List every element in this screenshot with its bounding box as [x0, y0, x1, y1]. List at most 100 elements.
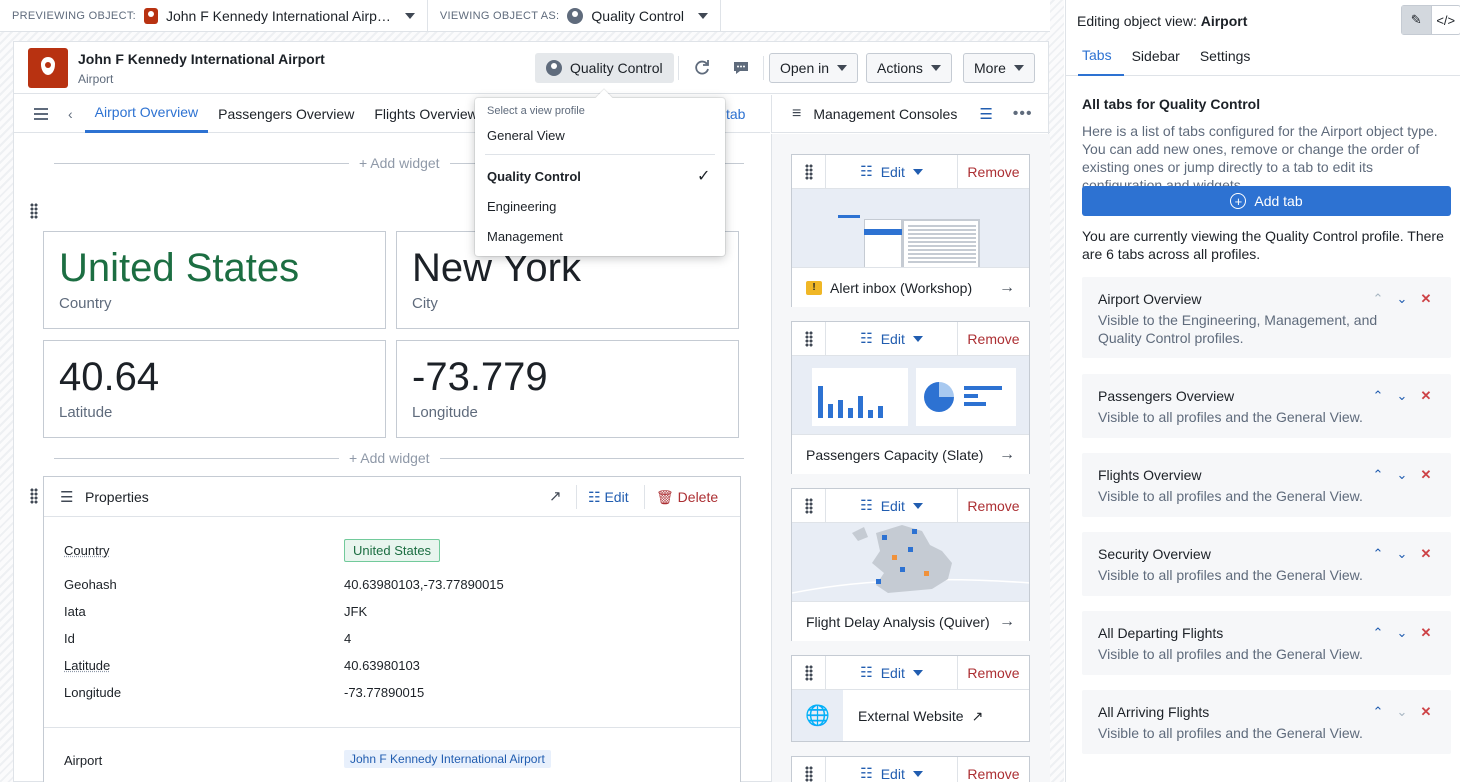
- more-dots-icon[interactable]: •••: [1013, 105, 1033, 123]
- divider: [485, 154, 715, 155]
- viewing-as-select[interactable]: VIEWING OBJECT AS: Quality Control: [428, 0, 721, 31]
- tab-passengers-overview[interactable]: Passengers Overview: [208, 95, 364, 133]
- tab-list-item[interactable]: Passengers Overview Visible to all profi…: [1082, 374, 1451, 438]
- move-down-icon[interactable]: ⌄: [1395, 546, 1409, 562]
- move-up-icon[interactable]: ⌃: [1371, 467, 1385, 483]
- tab-list-item[interactable]: Flights Overview Visible to all profiles…: [1082, 453, 1451, 517]
- move-up-icon[interactable]: ⌃: [1371, 291, 1385, 307]
- external-website-link[interactable]: External Website ↗: [858, 708, 983, 725]
- sliders-icon[interactable]: ☰: [979, 105, 992, 123]
- tab-settings[interactable]: Settings: [1196, 36, 1263, 76]
- move-up-icon[interactable]: ⌃: [1371, 546, 1385, 562]
- menu-item-quality-control[interactable]: Quality Control: [487, 169, 581, 184]
- collapse-sidebar-icon[interactable]: ≡: [792, 105, 801, 123]
- widget-name: Flight Delay Analysis (Quiver): [806, 613, 990, 630]
- widget-footer[interactable]: Flight Delay Analysis (Quiver) →: [792, 601, 1029, 641]
- edit-mode-icon[interactable]: ✎: [1402, 6, 1432, 34]
- remove-widget-button[interactable]: Remove: [958, 331, 1029, 347]
- move-up-icon[interactable]: ⌃: [1371, 388, 1385, 404]
- chevron-down-icon: [912, 669, 923, 676]
- widget-footer[interactable]: Passengers Capacity (Slate) →: [792, 434, 1029, 474]
- edit-widget-button[interactable]: ☷ Edit: [826, 488, 958, 523]
- arrow-right-icon[interactable]: →: [999, 446, 1015, 464]
- tab-airport-overview[interactable]: Airport Overview: [84, 95, 209, 133]
- move-down-icon[interactable]: ⌄: [1395, 704, 1409, 720]
- remove-tab-icon[interactable]: ✕: [1419, 291, 1433, 307]
- add-widget-row[interactable]: + Add widget: [54, 448, 744, 468]
- drag-handle-icon[interactable]: [30, 488, 38, 504]
- edit-widget-button[interactable]: ☷ Edit: [826, 756, 958, 782]
- remove-tab-icon[interactable]: ✕: [1419, 388, 1433, 404]
- widget-preview: [792, 189, 1029, 267]
- external-link-icon[interactable]: ↗: [549, 487, 562, 505]
- widget-preview: [792, 356, 1029, 434]
- previewing-object-select[interactable]: PREVIEWING OBJECT: John F Kennedy Intern…: [0, 0, 428, 31]
- menu-item-management[interactable]: Management: [487, 229, 563, 244]
- code-icon[interactable]: </>: [1432, 6, 1460, 34]
- actions-button[interactable]: Actions: [866, 53, 952, 83]
- tab-list-item[interactable]: Security Overview Visible to all profile…: [1082, 532, 1451, 596]
- management-consoles-header: ≡ Management Consoles ☰ •••: [771, 95, 1050, 133]
- move-down-icon[interactable]: ⌄: [1395, 388, 1409, 404]
- delete-properties-button[interactable]: 🗑 Delete: [656, 489, 718, 506]
- remove-tab-icon[interactable]: ✕: [1419, 546, 1433, 562]
- drag-handle-icon[interactable]: [792, 655, 826, 690]
- comment-icon[interactable]: [729, 55, 753, 81]
- tab-list-item[interactable]: Airport Overview Visible to the Engineer…: [1082, 277, 1451, 358]
- refresh-icon[interactable]: [690, 55, 714, 81]
- property-value: 40.63980103: [344, 658, 420, 673]
- checkmark-icon: ✓: [697, 168, 711, 185]
- arrow-right-icon[interactable]: →: [999, 279, 1015, 297]
- drag-handle-icon[interactable]: [792, 756, 826, 782]
- tab-list-item[interactable]: All Departing Flights Visible to all pro…: [1082, 611, 1451, 675]
- profile-dropdown-menu: Select a view profile General View Quali…: [475, 98, 725, 256]
- more-button[interactable]: More: [963, 53, 1035, 83]
- profile-button[interactable]: Quality Control: [535, 53, 674, 83]
- menu-item-engineering[interactable]: Engineering: [487, 199, 556, 214]
- edit-widget-button[interactable]: ☷ Edit: [826, 321, 958, 356]
- property-key: Latitude: [64, 658, 111, 673]
- add-tab-button[interactable]: + Add tab: [1082, 186, 1451, 216]
- widget-footer[interactable]: ! Alert inbox (Workshop) →: [792, 267, 1029, 307]
- move-down-icon[interactable]: ⌄: [1395, 291, 1409, 307]
- tab-sidebar[interactable]: Sidebar: [1128, 36, 1192, 76]
- edit-properties-button[interactable]: ☷ Edit: [588, 489, 629, 506]
- move-down-icon[interactable]: ⌄: [1395, 467, 1409, 483]
- arrow-right-icon[interactable]: →: [999, 613, 1015, 631]
- location-pin-icon: [143, 7, 158, 24]
- menu-icon[interactable]: [34, 107, 48, 120]
- tab-list-item[interactable]: All Arriving Flights Visible to all prof…: [1082, 690, 1451, 754]
- add-circle-icon: +: [1230, 193, 1247, 209]
- remove-tab-icon[interactable]: ✕: [1419, 704, 1433, 720]
- card-label: Country: [59, 295, 112, 312]
- remove-widget-button[interactable]: Remove: [958, 766, 1029, 782]
- edit-widget-button[interactable]: ☷ Edit: [826, 655, 958, 690]
- airport-link-tag[interactable]: John F Kennedy International Airport: [344, 750, 551, 768]
- properties-header: ☰ Properties ↗ ☷ Edit 🗑 Delete: [44, 477, 740, 517]
- widget-card-passengers-capacity: ☷ Edit Remove Passengers Capacity (Slate)…: [791, 321, 1030, 474]
- drag-handle-icon[interactable]: [792, 321, 826, 356]
- sliders-icon: ☷: [860, 330, 873, 346]
- menu-item-general-view[interactable]: General View: [487, 128, 565, 143]
- tab-flights-overview[interactable]: Flights Overview: [364, 95, 487, 133]
- drag-handle-icon[interactable]: [792, 154, 826, 189]
- open-in-button[interactable]: Open in: [769, 53, 859, 83]
- remove-widget-button[interactable]: Remove: [958, 164, 1029, 180]
- remove-widget-button[interactable]: Remove: [958, 665, 1029, 681]
- airport-pin-icon: [28, 48, 68, 88]
- widget-toolbar: ☷ Edit Remove: [792, 154, 1029, 189]
- remove-widget-button[interactable]: Remove: [958, 498, 1029, 514]
- tab-tabs[interactable]: Tabs: [1078, 36, 1124, 76]
- move-up-icon[interactable]: ⌃: [1371, 625, 1385, 641]
- edit-label: Edit: [880, 497, 905, 514]
- drag-handle-icon[interactable]: [792, 488, 826, 523]
- drag-handle-icon[interactable]: [30, 203, 38, 219]
- add-tab-link[interactable]: tab: [726, 106, 745, 122]
- move-down-icon[interactable]: ⌄: [1395, 625, 1409, 641]
- remove-tab-icon[interactable]: ✕: [1419, 467, 1433, 483]
- country-tag[interactable]: United States: [344, 539, 441, 562]
- chevron-left-icon[interactable]: ‹: [68, 106, 73, 122]
- edit-widget-button[interactable]: ☷ Edit: [826, 154, 958, 189]
- move-up-icon[interactable]: ⌃: [1371, 704, 1385, 720]
- remove-tab-icon[interactable]: ✕: [1419, 625, 1433, 641]
